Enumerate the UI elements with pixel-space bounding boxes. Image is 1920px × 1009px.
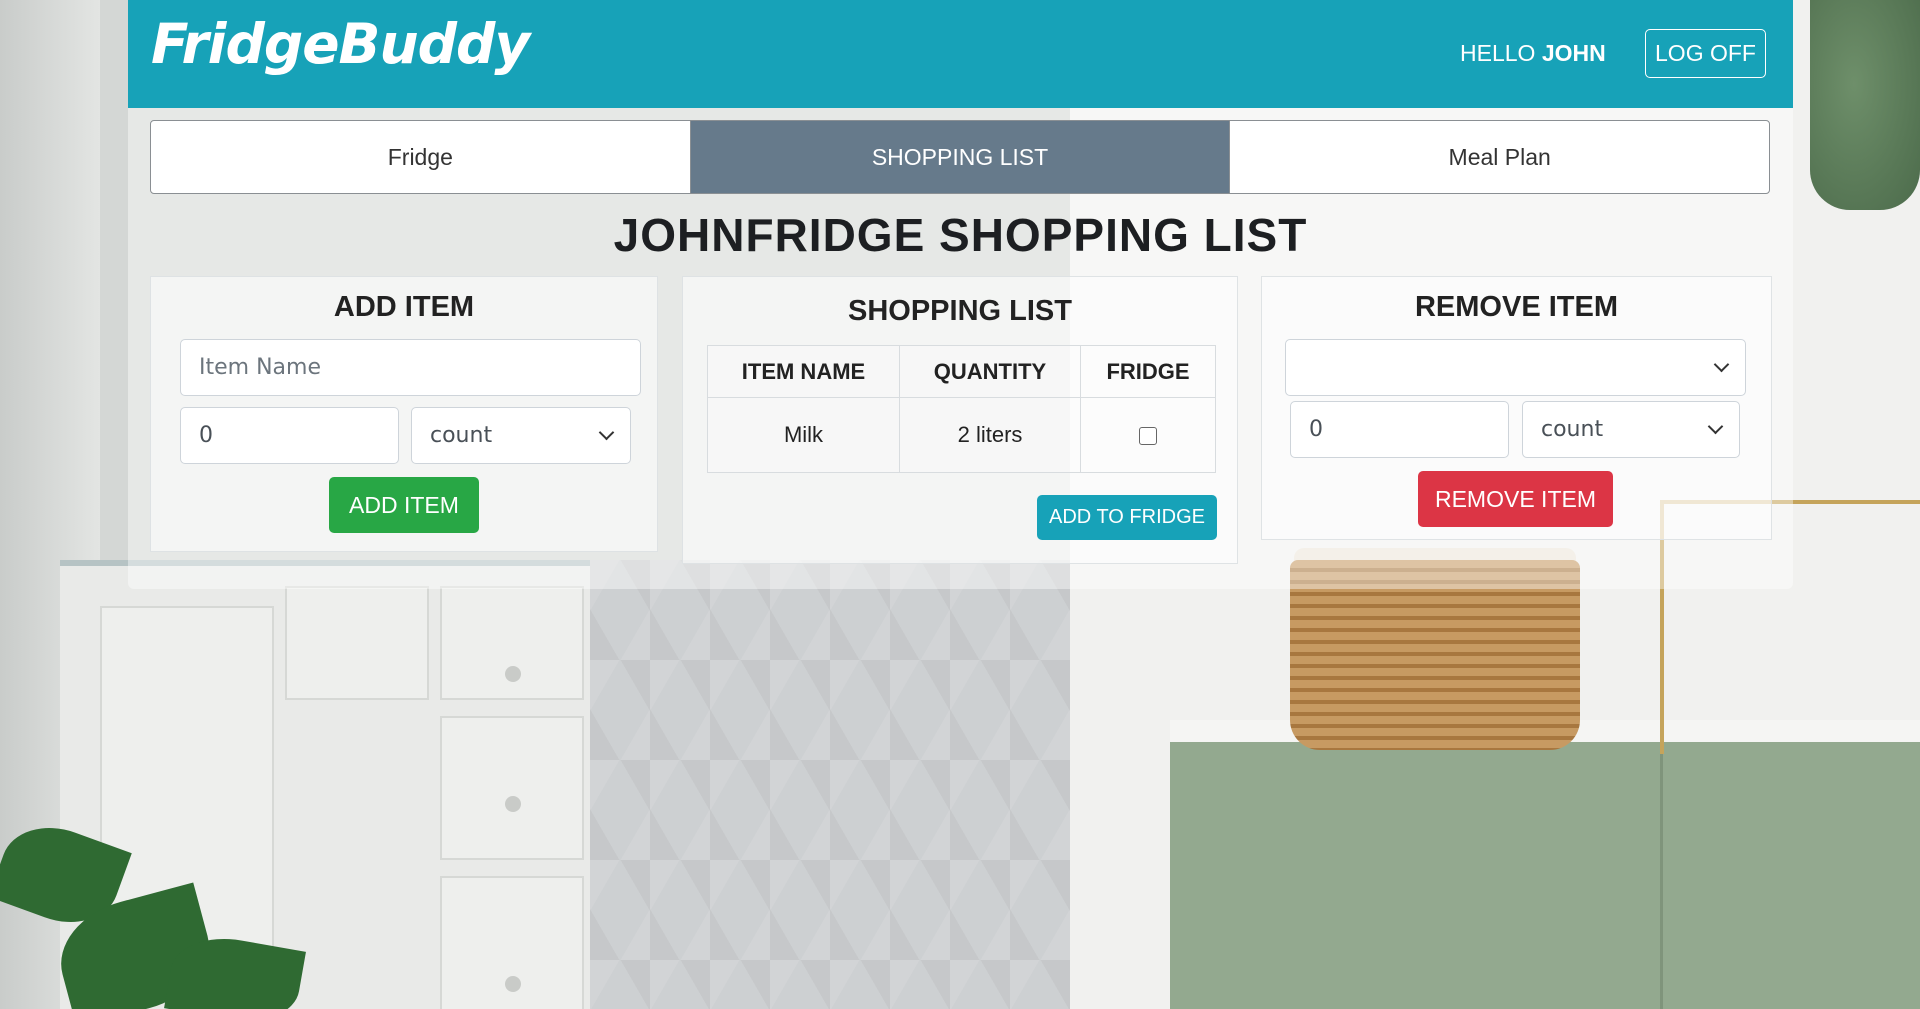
remove-item-button[interactable]: REMOVE ITEM (1418, 471, 1613, 527)
add-unit-select[interactable]: count (411, 407, 631, 464)
chevron-down-icon (598, 424, 615, 441)
fridge-checkbox[interactable] (1139, 427, 1157, 446)
brand-logo[interactable]: FridgeBuddy (151, 12, 530, 76)
table-row: Milk 2 liters (707, 397, 1216, 473)
add-unit-value: count (430, 423, 493, 448)
chevron-down-icon (1713, 356, 1730, 373)
column-header-fridge: FRIDGE (1080, 345, 1216, 398)
shopping-list-card: SHOPPING LIST ITEM NAME QUANTITY FRIDGE … (682, 276, 1238, 564)
column-header-item-name: ITEM NAME (707, 345, 900, 398)
column-header-quantity: QUANTITY (899, 345, 1081, 398)
quantity-cell: 2 liters (899, 397, 1081, 473)
shopping-list-table: ITEM NAME QUANTITY FRIDGE Milk 2 liters (707, 345, 1216, 473)
log-off-button[interactable]: LOG OFF (1645, 29, 1766, 78)
remove-item-card: REMOVE ITEM 0 count REMOVE ITEM (1261, 276, 1772, 540)
user-name: JOHN (1541, 40, 1606, 66)
tab-bar: Fridge SHOPPING LIST Meal Plan (150, 120, 1770, 194)
navbar: FridgeBuddy HELLO JOHN LOG OFF (128, 0, 1793, 108)
item-name-input[interactable]: Item Name (180, 339, 641, 396)
add-item-heading: ADD ITEM (333, 291, 475, 323)
tab-meal-plan[interactable]: Meal Plan (1229, 121, 1769, 193)
tab-shopping-list[interactable]: SHOPPING LIST (689, 121, 1230, 193)
greeting-prefix: HELLO (1460, 40, 1536, 66)
remove-unit-value: count (1541, 417, 1604, 442)
shopping-list-heading: SHOPPING LIST (848, 295, 1072, 327)
user-greeting: HELLO JOHN (1460, 40, 1606, 67)
remove-item-select[interactable] (1285, 339, 1746, 396)
chevron-down-icon (1707, 418, 1724, 435)
page-title: JOHNFRIDGE SHOPPING LIST (613, 209, 1308, 261)
remove-quantity-input[interactable]: 0 (1290, 401, 1509, 458)
app-container: FridgeBuddy HELLO JOHN LOG OFF Fridge SH… (128, 0, 1793, 589)
table-header-row: ITEM NAME QUANTITY FRIDGE (707, 345, 1216, 398)
item-name-cell: Milk (707, 397, 900, 473)
add-quantity-input[interactable]: 0 (180, 407, 399, 464)
add-item-button[interactable]: ADD ITEM (329, 477, 479, 533)
remove-item-heading: REMOVE ITEM (1414, 291, 1618, 323)
add-item-card: ADD ITEM Item Name 0 count ADD ITEM (150, 276, 658, 552)
fridge-cell (1080, 397, 1216, 473)
remove-unit-select[interactable]: count (1522, 401, 1740, 458)
add-to-fridge-button[interactable]: ADD TO FRIDGE (1037, 495, 1217, 540)
tab-fridge[interactable]: Fridge (151, 121, 690, 193)
